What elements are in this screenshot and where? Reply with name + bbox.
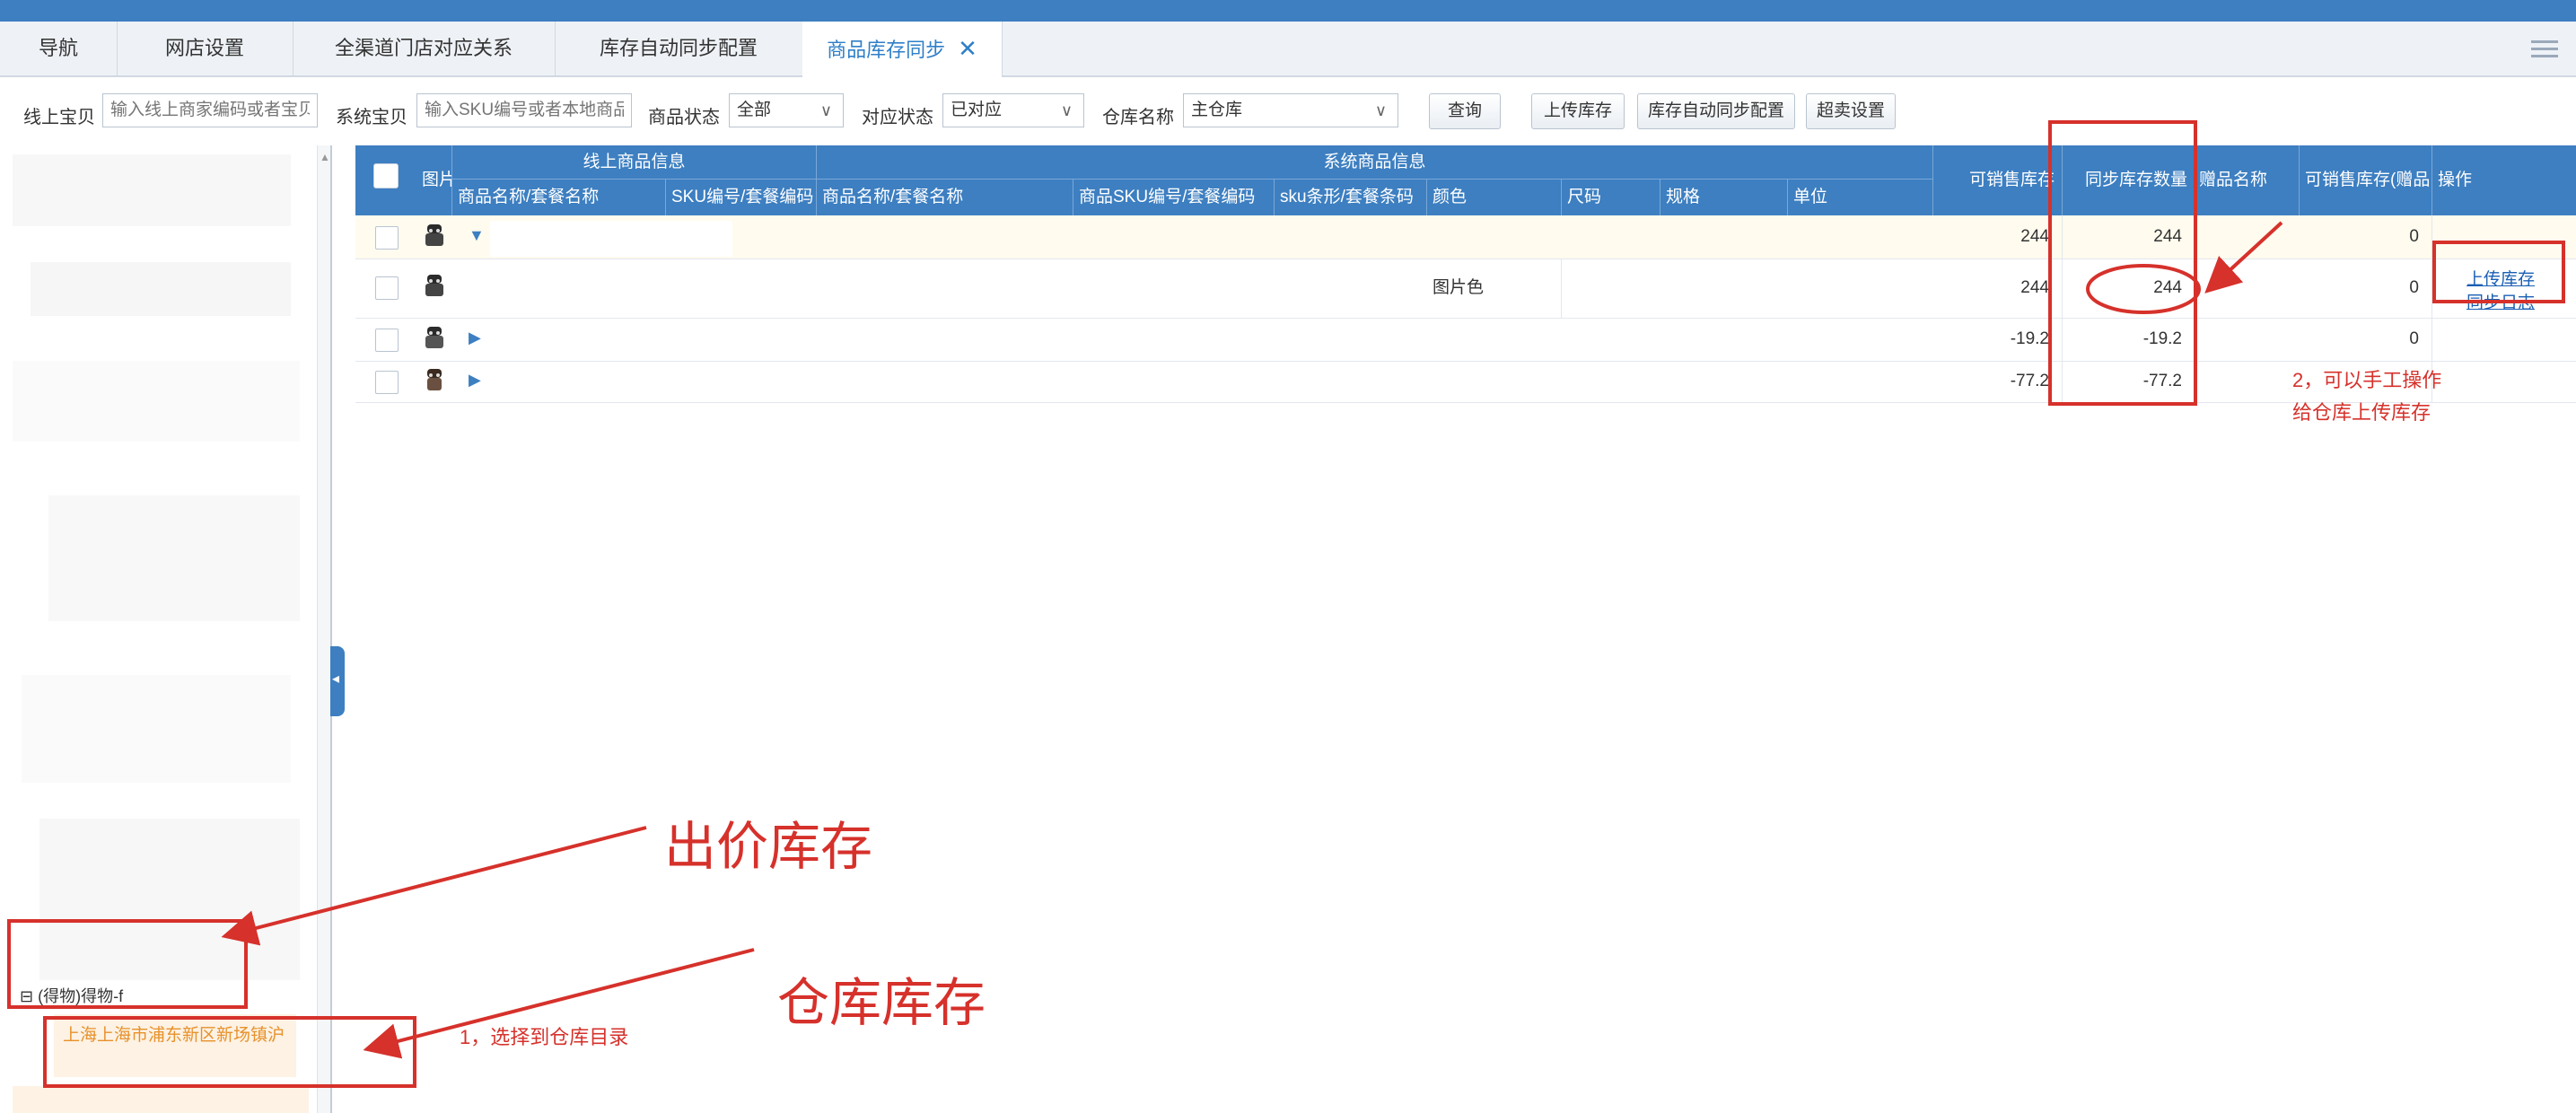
available-gift-cell: 0 (2300, 259, 2432, 318)
scroll-up-icon[interactable]: ▲ (320, 151, 330, 163)
redacted-area (490, 221, 732, 257)
select-value: 全部 (737, 101, 772, 119)
warehouse-highlight-box (43, 1016, 416, 1088)
online-item-input[interactable] (102, 93, 318, 127)
product-thumbnail (425, 224, 443, 246)
blurred-block (13, 154, 291, 226)
tab-label: 商品库存同步 (827, 39, 946, 61)
system-item-input[interactable] (416, 93, 632, 127)
available-stock-cell: -19.2 (1933, 318, 2063, 361)
col-color[interactable]: 颜色 (1427, 180, 1562, 215)
item-status-select[interactable]: 全部 ∨ (729, 93, 844, 127)
query-button[interactable]: 查询 (1429, 93, 1501, 129)
system-item-label: 系统宝贝 (336, 108, 407, 127)
available-stock-cell: 244 (1933, 259, 2063, 318)
oversell-settings-button[interactable]: 超卖设置 (1806, 93, 1896, 129)
warehouse-stock-annotation: 仓库库存 (777, 972, 986, 1033)
col-sys-barcode[interactable]: sku条形/套餐条码 (1275, 180, 1427, 215)
top-accent-bar (0, 0, 2576, 22)
col-ops: 操作 (2438, 171, 2473, 189)
warehouse-label: 仓库名称 (1102, 108, 1174, 127)
tab-nav[interactable]: 导航 (0, 22, 118, 75)
col-spec[interactable]: 规格 (1660, 180, 1788, 215)
expand-right-icon[interactable]: ▶ (469, 329, 481, 347)
product-thumbnail (427, 369, 442, 390)
tab-auto-sync-config[interactable]: 库存自动同步配置 (555, 22, 803, 75)
tree-highlight-strip (13, 1086, 309, 1113)
table-row[interactable]: ▼ 244 244 0 (355, 215, 2576, 259)
tab-label: 全渠道门店对应关系 (334, 37, 513, 59)
col-online-sku[interactable]: SKU编号/套餐编码 (666, 180, 817, 215)
tab-channel-store-mapping[interactable]: 全渠道门店对应关系 (293, 22, 556, 75)
tab-label: 导航 (38, 37, 78, 59)
row-checkbox[interactable] (375, 276, 399, 300)
col-unit[interactable]: 单位 (1788, 180, 1933, 215)
chevron-down-icon: ∨ (1060, 101, 1073, 119)
close-icon[interactable]: ✕ (958, 35, 977, 62)
bid-stock-annotation: 出价库存 (664, 816, 873, 877)
sync-qty-highlight-box (2048, 120, 2197, 406)
grid-header: 图片 线上商品信息 商品名称/套餐名称 SKU编号/套餐编码 系统商品信息 商品… (355, 145, 2576, 215)
chevron-down-icon: ∨ (819, 101, 832, 119)
col-group-system: 系统商品信息 (817, 145, 1933, 180)
tab-stock-sync[interactable]: 商品库存同步 ✕ (802, 22, 1003, 77)
available-stock-cell: -77.2 (1933, 361, 2063, 402)
table-row[interactable]: 图片色 244 244 0 上传库存 同步日志 (355, 259, 2576, 319)
blurred-block (48, 495, 300, 621)
tree-scrollbar[interactable]: ▲ (317, 145, 330, 1113)
color-cell: 图片色 (1427, 259, 1562, 318)
online-item-label: 线上宝贝 (23, 108, 95, 127)
expand-right-icon[interactable]: ▶ (469, 371, 481, 390)
upload-link-highlight-box (2432, 241, 2565, 303)
blurred-block (31, 262, 291, 316)
redacted-area (490, 321, 732, 357)
row-checkbox[interactable] (375, 371, 399, 394)
match-status-label: 对应状态 (862, 108, 933, 127)
tab-store-settings[interactable]: 网店设置 (117, 22, 294, 75)
row-checkbox[interactable] (375, 226, 399, 250)
redacted-area (490, 364, 732, 399)
match-status-select[interactable]: 已对应 ∨ (942, 93, 1084, 127)
col-size[interactable]: 尺码 (1562, 180, 1660, 215)
available-gift-cell: 0 (2300, 215, 2432, 259)
col-group-online: 线上商品信息 (452, 145, 817, 180)
select-value: 已对应 (951, 101, 1003, 119)
select-all-checkbox[interactable] (373, 163, 399, 188)
step2-annotation-line2: 给仓库上传库存 (2292, 401, 2431, 424)
table-row[interactable]: ▶ -77.2 -77.2 (355, 361, 2576, 403)
auto-sync-config-button[interactable]: 库存自动同步配置 (1637, 93, 1795, 129)
col-sys-sku[interactable]: 商品SKU编号/套餐编码 (1073, 180, 1275, 215)
bid-stock-highlight-box (7, 919, 248, 1009)
table-row[interactable]: ▶ -19.2 -19.2 0 (355, 318, 2576, 362)
col-available-gift[interactable]: 可销售库存(赠品 (2300, 145, 2432, 215)
available-stock-cell: 244 (1933, 215, 2063, 259)
expand-down-icon[interactable]: ▼ (469, 226, 485, 245)
col-online-name[interactable]: 商品名称/套餐名称 (452, 180, 666, 215)
blurred-block (22, 675, 291, 783)
tab-bar: 导航 网店设置 全渠道门店对应关系 库存自动同步配置 商品库存同步 ✕ (0, 22, 2576, 77)
upload-stock-button[interactable]: 上传库存 (1531, 93, 1625, 129)
tab-label: 库存自动同步配置 (599, 37, 758, 59)
redacted-area (490, 262, 732, 307)
item-status-label: 商品状态 (648, 108, 720, 127)
stock-sync-grid: 图片 线上商品信息 商品名称/套餐名称 SKU编号/套餐编码 系统商品信息 商品… (355, 145, 2576, 1113)
product-thumbnail (425, 327, 443, 348)
chevron-left-icon: ◂ (332, 671, 340, 687)
blurred-block (13, 361, 300, 442)
col-gift-name[interactable]: 赠品名称 (2195, 145, 2300, 215)
chevron-down-icon: ∨ (1374, 101, 1387, 119)
col-available-stock[interactable]: 可销售库存 (1933, 145, 2063, 215)
warehouse-select[interactable]: 主仓库 ∨ (1183, 93, 1398, 127)
available-gift-cell: 0 (2300, 318, 2432, 361)
tab-label: 网店设置 (164, 37, 244, 59)
step1-annotation: 1，选择到仓库目录 (460, 1026, 629, 1048)
col-sys-name[interactable]: 商品名称/套餐名称 (817, 180, 1073, 215)
row-checkbox[interactable] (375, 329, 399, 352)
step2-annotation-line1: 2，可以手工操作 (2292, 369, 2442, 391)
col-image: 图片 (418, 145, 452, 215)
select-value: 主仓库 (1191, 101, 1243, 119)
panel-collapse-handle[interactable]: ◂ (330, 646, 345, 716)
product-thumbnail (425, 275, 443, 296)
menu-icon[interactable] (2531, 36, 2558, 61)
